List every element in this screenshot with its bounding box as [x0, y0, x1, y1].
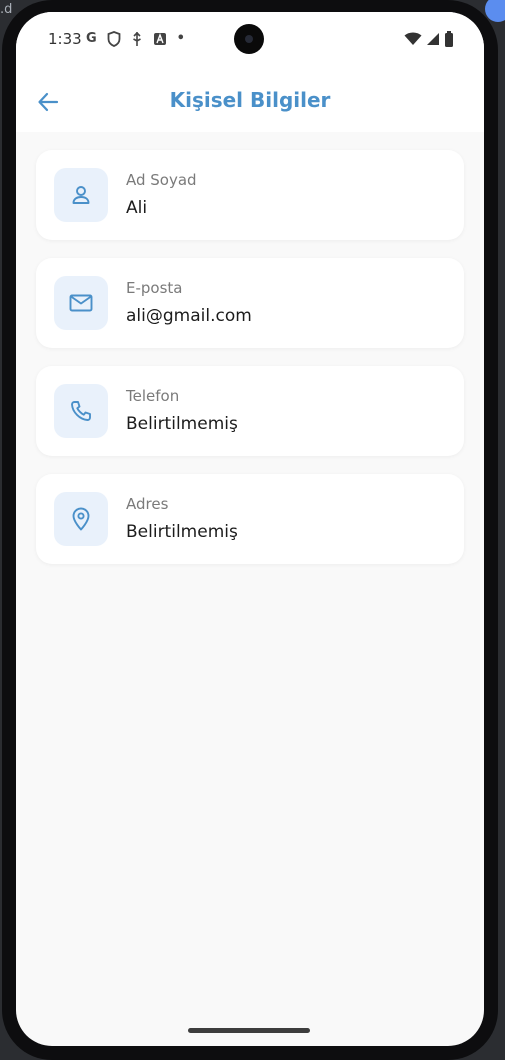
location-pin-icon [72, 507, 90, 531]
status-system-icons [404, 31, 454, 47]
phone-icon [71, 401, 91, 421]
card-label: Ad Soyad [126, 171, 197, 189]
info-card-phone[interactable]: Telefon Belirtilmemiş [36, 366, 464, 456]
mail-icon [69, 294, 93, 312]
card-label: Telefon [126, 387, 180, 405]
front-camera [234, 24, 264, 54]
app-a-icon [153, 33, 166, 45]
info-card-email[interactable]: E-posta ali@gmail.com [36, 258, 464, 348]
personal-info-list: Ad Soyad Ali E-posta ali@gmail.com Telef… [36, 150, 464, 582]
phone-screen: 1:33 G • Kişisel Bilgiler Ad Soyad Ali E… [16, 12, 484, 1046]
person-icon [72, 186, 90, 204]
status-notification-icons: G • [86, 31, 185, 47]
info-card-address[interactable]: Adres Belirtilmemiş [36, 474, 464, 564]
icon-container [54, 168, 108, 222]
wifi-icon [404, 32, 422, 45]
desktop-avatar-icon [485, 0, 505, 22]
card-value: Ali [126, 198, 148, 218]
home-indicator[interactable] [188, 1028, 310, 1033]
card-value: ali@gmail.com [126, 306, 252, 326]
status-bar: 1:33 G • [16, 12, 484, 70]
icon-container [54, 384, 108, 438]
battery-icon [445, 31, 453, 47]
info-card-name[interactable]: Ad Soyad Ali [36, 150, 464, 240]
card-value: Belirtilmemiş [126, 414, 238, 434]
status-time: 1:33 [48, 30, 82, 48]
icon-container [54, 492, 108, 546]
more-notifications-dot: • [176, 31, 185, 46]
signal-icon [427, 33, 439, 45]
page-title: Kişisel Bilgiler [169, 88, 331, 112]
shield-icon [107, 31, 121, 47]
card-label: Adres [126, 495, 169, 513]
card-value: Belirtilmemiş [126, 522, 238, 542]
google-icon: G [86, 31, 97, 46]
phone-frame: 1:33 G • Kişisel Bilgiler Ad Soyad Ali E… [2, 0, 498, 1060]
desktop-corner-text: .d [0, 2, 13, 17]
icon-container [54, 276, 108, 330]
card-label: E-posta [126, 279, 183, 297]
usb-icon [132, 31, 141, 46]
app-bar: Kişisel Bilgiler [16, 70, 484, 132]
